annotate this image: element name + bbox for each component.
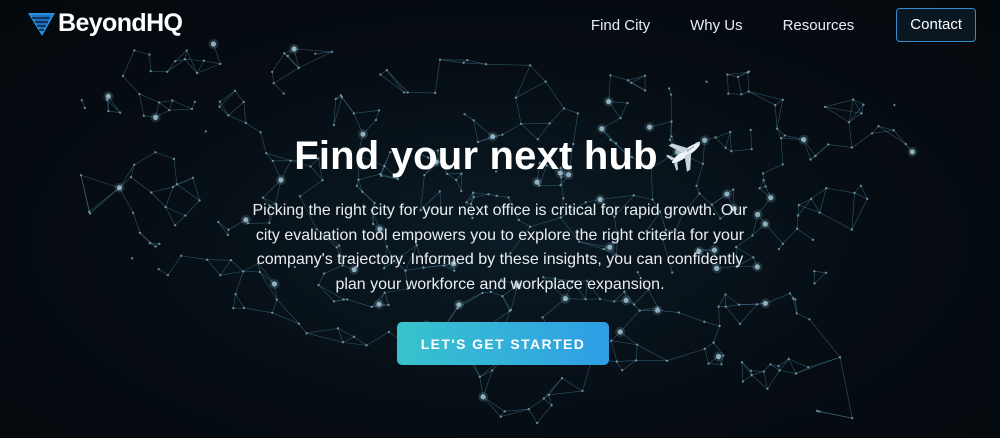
nav-link-why-us[interactable]: Why Us: [690, 17, 743, 34]
hero-heading: Find your next hub: [0, 133, 1000, 179]
nav-link-resources[interactable]: Resources: [783, 17, 855, 34]
top-navigation: BeyondHQ Find City Why Us Resources Cont…: [0, 0, 1000, 48]
contact-button[interactable]: Contact: [896, 8, 976, 42]
beyondhq-logo-icon: [28, 13, 55, 36]
hero-title-text: Find your next hub: [294, 134, 658, 178]
brand-logo[interactable]: BeyondHQ: [28, 8, 183, 38]
airplane-icon: [665, 141, 700, 172]
get-started-button[interactable]: LET'S GET STARTED: [397, 322, 609, 365]
nav-link-find-city[interactable]: Find City: [591, 17, 650, 34]
nav-links: Find City Why Us Resources Contact: [551, 8, 976, 42]
hero-description: Picking the right city for your next off…: [252, 202, 748, 293]
brand-name: BeyondHQ: [58, 8, 183, 37]
